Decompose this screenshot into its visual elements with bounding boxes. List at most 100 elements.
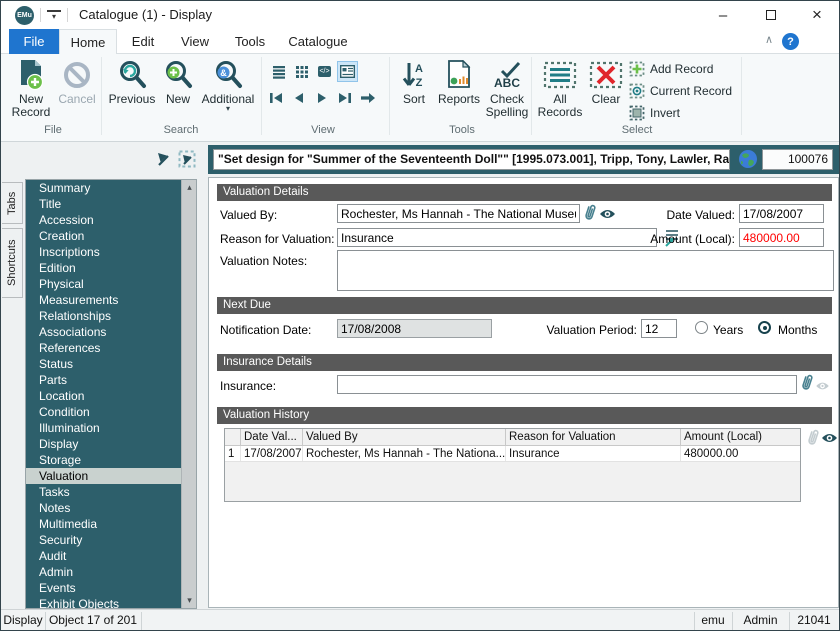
sidebar-item-multimedia[interactable]: Multimedia xyxy=(26,516,181,532)
valuation-history-table[interactable]: Date Val... Valued By Reason for Valuati… xyxy=(224,428,801,502)
sidebar-item-inscriptions[interactable]: Inscriptions xyxy=(26,244,181,260)
months-radio[interactable] xyxy=(758,321,771,334)
valued-by-input[interactable] xyxy=(337,204,580,223)
tab-home[interactable]: Home xyxy=(59,29,117,55)
years-radio[interactable] xyxy=(695,321,708,334)
help-icon[interactable]: ? xyxy=(782,33,799,50)
quick-access-dropdown-icon[interactable]: ▾ xyxy=(47,10,61,22)
tab-view[interactable]: View xyxy=(169,29,221,54)
group-separator xyxy=(389,57,390,135)
history-table-row[interactable]: 1 17/08/2007 Rochester, Ms Hannah - The … xyxy=(225,446,800,462)
history-col-amount[interactable]: Amount (Local) xyxy=(681,429,800,445)
grid-view-icon xyxy=(295,65,308,78)
additional-search-button[interactable]: & Additional ▾ xyxy=(197,57,259,113)
sidebar-item-notes[interactable]: Notes xyxy=(26,500,181,516)
sidebar-item-admin[interactable]: Admin xyxy=(26,564,181,580)
cancel-button[interactable]: Cancel xyxy=(55,57,99,106)
all-records-button[interactable]: All Records xyxy=(537,57,583,119)
sidebar-item-references[interactable]: References xyxy=(26,340,181,356)
sidebar-item-parts[interactable]: Parts xyxy=(26,372,181,388)
scroll-up-icon[interactable]: ▴ xyxy=(182,180,197,195)
sidebar-item-status[interactable]: Status xyxy=(26,356,181,372)
sidebar-item-audit[interactable]: Audit xyxy=(26,548,181,564)
goto-record-icon xyxy=(360,92,375,103)
insurance-attachment-icon[interactable] xyxy=(800,373,814,398)
svg-text:ABC: ABC xyxy=(494,76,520,89)
sidebar-item-associations[interactable]: Associations xyxy=(26,324,181,340)
sidebar-item-valuation[interactable]: Valuation xyxy=(26,468,181,484)
reason-for-valuation-input[interactable] xyxy=(337,228,657,247)
sidebar-item-events[interactable]: Events xyxy=(26,580,181,596)
grid-view-button[interactable] xyxy=(291,61,312,82)
valuation-period-input[interactable] xyxy=(641,319,677,338)
pointer-tool-icon[interactable] xyxy=(156,151,172,167)
sidebar-item-tasks[interactable]: Tasks xyxy=(26,484,181,500)
previous-search-button[interactable]: Previous xyxy=(105,57,159,106)
new-search-button[interactable]: New xyxy=(159,57,197,106)
history-eye-icon[interactable] xyxy=(821,431,838,449)
scroll-down-icon[interactable]: ▾ xyxy=(182,593,197,608)
shortcuts-vertical-tab[interactable]: Shortcuts xyxy=(2,228,23,298)
reports-button[interactable]: Reports xyxy=(435,57,483,106)
maximize-button[interactable] xyxy=(749,1,793,29)
first-record-button[interactable] xyxy=(265,87,286,108)
tab-file[interactable]: File xyxy=(9,29,59,54)
sidebar-item-illumination[interactable]: Illumination xyxy=(26,420,181,436)
title-bar: EMu ▾ Catalogue (1) - Display – × xyxy=(1,1,839,29)
sidebar-item-summary[interactable]: Summary xyxy=(26,180,181,196)
sidebar-item-security[interactable]: Security xyxy=(26,532,181,548)
tab-tools[interactable]: Tools xyxy=(221,29,279,54)
status-mode: Display xyxy=(3,613,43,627)
sidebar-item-storage[interactable]: Storage xyxy=(26,452,181,468)
sidebar-item-location[interactable]: Location xyxy=(26,388,181,404)
select-group-label: Select xyxy=(621,124,653,136)
status-separator xyxy=(141,612,142,630)
xml-view-button[interactable]: </> xyxy=(314,61,335,82)
previous-record-button[interactable] xyxy=(288,87,309,108)
goto-record-button[interactable] xyxy=(357,87,378,108)
minimize-button[interactable]: – xyxy=(701,1,745,29)
tab-edit[interactable]: Edit xyxy=(117,29,169,54)
sidebar-item-relationships[interactable]: Relationships xyxy=(26,308,181,324)
last-record-button[interactable] xyxy=(334,87,355,108)
sidebar-item-accession[interactable]: Accession xyxy=(26,212,181,228)
history-col-rownum[interactable] xyxy=(225,429,241,445)
date-valued-input[interactable] xyxy=(739,204,824,223)
collapse-ribbon-icon[interactable]: ∧ xyxy=(759,33,779,51)
history-col-reason[interactable]: Reason for Valuation xyxy=(506,429,681,445)
sidebar-item-physical[interactable]: Physical xyxy=(26,276,181,292)
globe-icon[interactable] xyxy=(738,149,758,169)
notification-date-input[interactable] xyxy=(337,319,492,338)
amount-local-input[interactable] xyxy=(739,228,824,247)
sidebar-item-title[interactable]: Title xyxy=(26,196,181,212)
sidebar-item-measurements[interactable]: Measurements xyxy=(26,292,181,308)
current-record-button[interactable]: Current Record xyxy=(629,81,732,101)
tabs-vertical-tab[interactable]: Tabs xyxy=(2,182,23,224)
record-summary-bar: "Set design for "Summer of the Seventeen… xyxy=(208,145,839,174)
attachment-icon[interactable] xyxy=(583,203,597,228)
view-attachment-eye-icon[interactable] xyxy=(599,207,616,225)
insurance-input[interactable] xyxy=(337,375,797,394)
tab-catalogue[interactable]: Catalogue xyxy=(279,29,357,54)
sidebar-item-creation[interactable]: Creation xyxy=(26,228,181,244)
sidebar-item-display[interactable]: Display xyxy=(26,436,181,452)
sidebar-item-edition[interactable]: Edition xyxy=(26,260,181,276)
sort-button[interactable]: A Z Sort xyxy=(393,57,435,106)
clear-selection-button[interactable]: Clear xyxy=(585,57,627,106)
sidebar-scrollbar[interactable]: ▴ ▾ xyxy=(181,180,196,608)
check-spelling-button[interactable]: ABC Check Spelling xyxy=(483,57,531,119)
list-view-button[interactable] xyxy=(268,61,289,82)
details-view-button[interactable] xyxy=(337,61,358,82)
first-record-icon xyxy=(269,92,282,103)
valuation-notes-textarea[interactable] xyxy=(337,250,834,291)
history-col-date[interactable]: Date Val... xyxy=(241,429,303,445)
new-record-button[interactable]: New Record xyxy=(7,57,55,119)
close-button[interactable]: × xyxy=(795,1,839,29)
history-col-valued-by[interactable]: Valued By xyxy=(303,429,506,445)
next-record-button[interactable] xyxy=(311,87,332,108)
invert-selection-button[interactable]: Invert xyxy=(629,103,680,123)
sidebar-item-condition[interactable]: Condition xyxy=(26,404,181,420)
select-region-tool-icon[interactable] xyxy=(178,150,196,168)
history-cell-amount: 480000.00 xyxy=(684,448,739,460)
add-record-button[interactable]: Add Record xyxy=(629,59,713,79)
